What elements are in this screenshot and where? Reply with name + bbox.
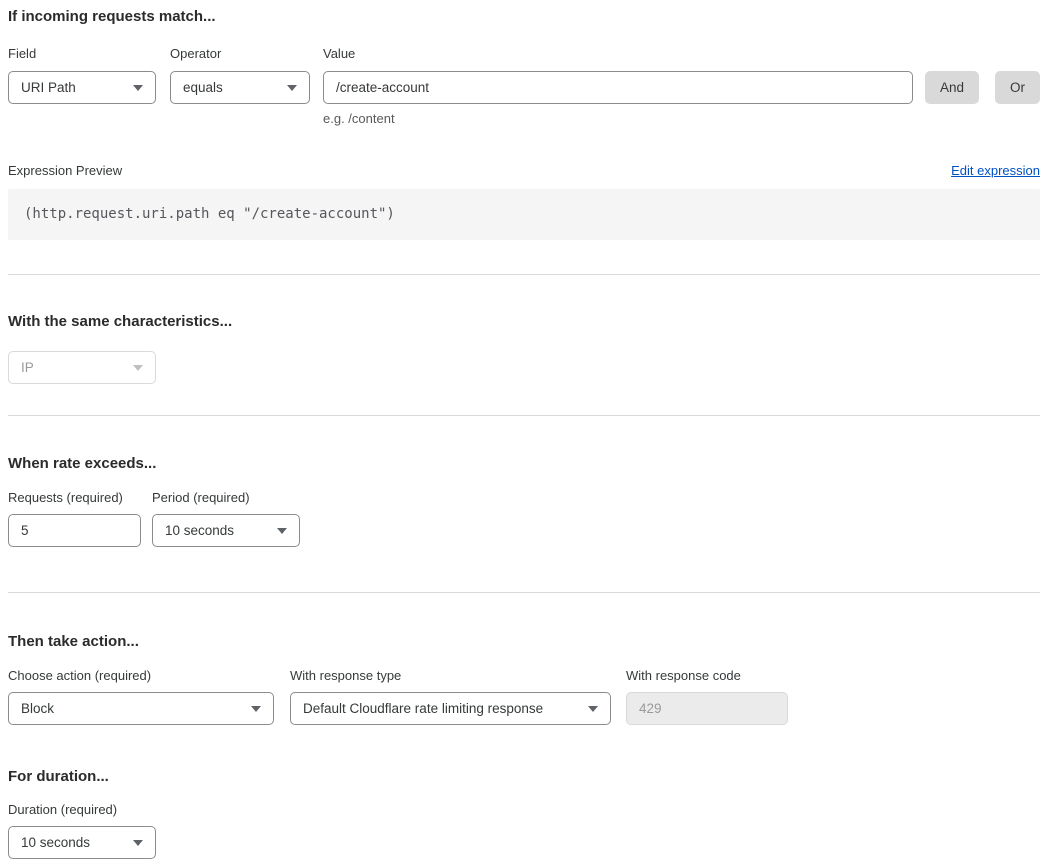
duration-row: Duration (required) 10 seconds [8, 802, 1040, 859]
operator-label: Operator [170, 46, 310, 61]
chevron-down-icon [133, 840, 143, 846]
value-input[interactable] [323, 71, 913, 104]
characteristic-select-value: IP [21, 360, 34, 375]
match-criteria-row: Field URI Path Operator equals Value e.g… [8, 46, 1040, 126]
duration-select-value: 10 seconds [21, 835, 90, 850]
response-code-label: With response code [626, 668, 788, 683]
action-section-title: Then take action... [8, 633, 1040, 651]
period-group: Period (required) 10 seconds [152, 490, 300, 547]
section-divider [8, 415, 1040, 416]
operator-select-value: equals [183, 80, 223, 95]
response-type-select[interactable]: Default Cloudflare rate limiting respons… [290, 692, 611, 725]
value-hint: e.g. /content [323, 111, 913, 126]
edit-expression-link[interactable]: Edit expression [951, 163, 1040, 178]
rate-section-title: When rate exceeds... [8, 455, 1040, 473]
period-select[interactable]: 10 seconds [152, 514, 300, 547]
characteristic-select: IP [8, 351, 156, 384]
section-divider [8, 592, 1040, 593]
duration-section-title: For duration... [8, 768, 1040, 786]
response-type-group: With response type Default Cloudflare ra… [290, 668, 611, 725]
period-label: Period (required) [152, 490, 300, 505]
value-group: Value e.g. /content [323, 46, 913, 126]
chevron-down-icon [277, 528, 287, 534]
chevron-down-icon [133, 85, 143, 91]
expression-preview-label: Expression Preview [8, 163, 122, 178]
duration-select[interactable]: 10 seconds [8, 826, 156, 859]
operator-group: Operator equals [170, 46, 310, 104]
response-code-input [626, 692, 788, 725]
characteristics-section-title: With the same characteristics... [8, 313, 1040, 331]
chevron-down-icon [588, 706, 598, 712]
expression-code: (http.request.uri.path eq "/create-accou… [8, 189, 1040, 240]
value-label: Value [323, 46, 913, 61]
requests-group: Requests (required) [8, 490, 141, 547]
action-row: Choose action (required) Block With resp… [8, 668, 1040, 725]
rate-row: Requests (required) Period (required) 10… [8, 490, 1040, 547]
operator-select[interactable]: equals [170, 71, 310, 104]
period-select-value: 10 seconds [165, 523, 234, 538]
chevron-down-icon [133, 365, 143, 371]
action-label: Choose action (required) [8, 668, 274, 683]
requests-label: Requests (required) [8, 490, 141, 505]
action-select[interactable]: Block [8, 692, 274, 725]
expression-preview: Expression Preview Edit expression (http… [8, 163, 1040, 240]
or-button[interactable]: Or [995, 71, 1040, 104]
field-select-value: URI Path [21, 80, 76, 95]
duration-label: Duration (required) [8, 802, 156, 817]
response-type-select-value: Default Cloudflare rate limiting respons… [303, 701, 543, 716]
response-type-label: With response type [290, 668, 611, 683]
field-group: Field URI Path [8, 46, 156, 104]
response-code-group: With response code [626, 668, 788, 725]
and-button[interactable]: And [925, 71, 979, 104]
field-select[interactable]: URI Path [8, 71, 156, 104]
duration-group: Duration (required) 10 seconds [8, 802, 156, 859]
rate-limiting-rule-form: If incoming requests match... Field URI … [0, 0, 1048, 859]
chevron-down-icon [251, 706, 261, 712]
requests-input[interactable] [8, 514, 141, 547]
field-label: Field [8, 46, 156, 61]
chevron-down-icon [287, 85, 297, 91]
action-select-value: Block [21, 701, 54, 716]
logic-buttons: And Or [925, 46, 1040, 104]
section-divider [8, 274, 1040, 275]
action-group: Choose action (required) Block [8, 668, 274, 725]
match-section-title: If incoming requests match... [8, 8, 1040, 26]
